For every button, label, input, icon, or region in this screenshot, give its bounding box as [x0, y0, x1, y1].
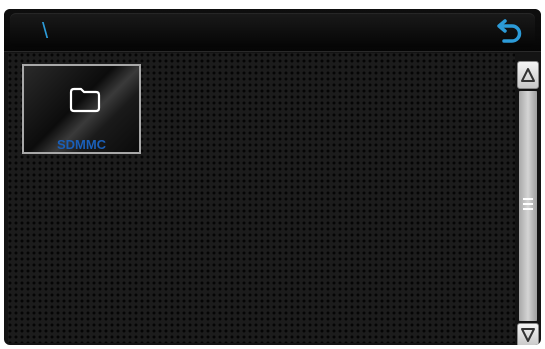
header-bar: \ [4, 9, 541, 52]
scroll-thumb[interactable] [519, 91, 537, 321]
scroll-down-button[interactable] [517, 323, 539, 345]
path-bar: \ [10, 13, 535, 47]
grip-lines-icon [523, 198, 533, 212]
vertical-scrollbar[interactable] [517, 61, 539, 345]
triangle-up-icon [521, 68, 535, 82]
file-browser-window: \ SDMMC [4, 9, 541, 345]
scroll-track[interactable] [519, 91, 537, 321]
back-button[interactable] [494, 13, 528, 47]
folder-icon [69, 87, 101, 113]
folder-item-sdmmc[interactable]: SDMMC [22, 64, 141, 154]
triangle-down-icon [521, 328, 535, 342]
scroll-up-button[interactable] [517, 61, 539, 89]
current-path: \ [42, 18, 49, 43]
folder-label: SDMMC [56, 137, 107, 152]
file-list-area: SDMMC [8, 53, 515, 343]
back-arrow-icon [497, 19, 522, 43]
